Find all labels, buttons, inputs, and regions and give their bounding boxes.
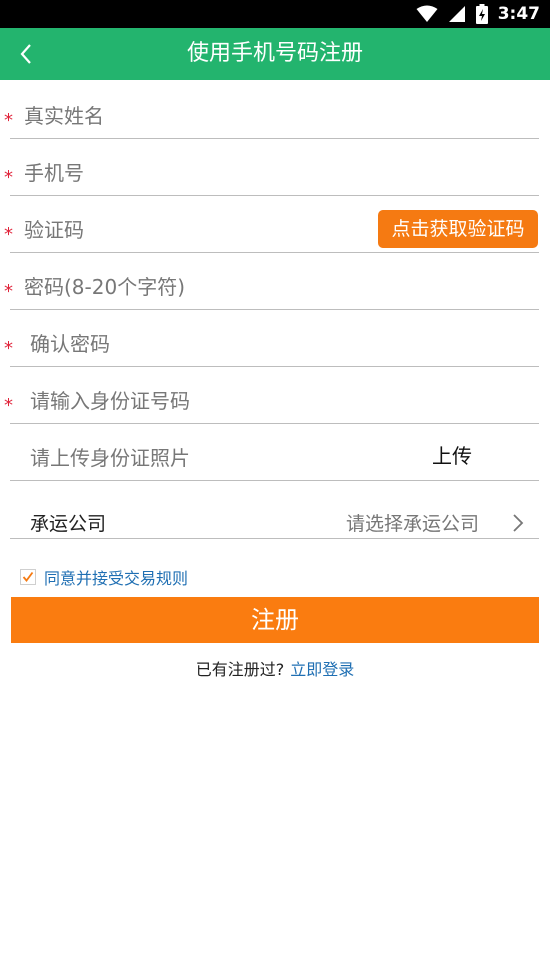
confirm-password-row: * (4, 310, 539, 367)
required-mark: * (4, 167, 13, 188)
required-mark: * (4, 110, 13, 131)
required-mark: * (4, 338, 13, 359)
code-row: * 点击获取验证码 (4, 196, 539, 253)
company-select[interactable]: 请选择承运公司 (346, 509, 479, 536)
chevron-right-icon (513, 514, 524, 532)
battery-charging-icon (475, 4, 488, 24)
required-mark: * (4, 281, 13, 302)
signal-icon (448, 6, 465, 22)
password-input[interactable] (24, 271, 364, 303)
login-question: 已有注册过? (195, 660, 285, 679)
required-mark: * (4, 224, 13, 245)
agreement-checkbox[interactable] (20, 569, 36, 585)
password-row: * (4, 253, 539, 310)
agreement-text[interactable]: 同意并接受交易规则 (44, 565, 188, 589)
confirm-password-input[interactable] (30, 328, 370, 360)
login-link[interactable]: 立即登录 (290, 660, 354, 679)
status-time: 3:47 (497, 4, 540, 24)
company-row[interactable]: 承运公司 请选择承运公司 (10, 482, 539, 539)
register-button[interactable]: 注册 (11, 597, 539, 643)
id-photo-input[interactable] (30, 442, 330, 474)
company-label: 承运公司 (30, 513, 107, 535)
agreement-row[interactable]: 同意并接受交易规则 (20, 565, 188, 589)
wifi-icon (416, 5, 438, 22)
status-icons: 3:47 (416, 0, 540, 28)
upload-button[interactable]: 上传 (432, 440, 472, 469)
id-number-input[interactable] (30, 385, 370, 417)
check-icon (22, 571, 34, 582)
code-input[interactable] (24, 214, 324, 246)
required-mark: * (4, 395, 13, 416)
phone-row: * (4, 139, 539, 196)
title-bar: 使用手机号码注册 (0, 28, 550, 80)
id-photo-row: 上传 (10, 424, 539, 481)
page-title: 使用手机号码注册 (186, 41, 363, 66)
login-line: 已有注册过? 立即登录 (0, 656, 550, 680)
get-code-button[interactable]: 点击获取验证码 (378, 210, 538, 248)
id-number-row: * (4, 367, 539, 424)
name-row: * (4, 82, 539, 139)
phone-input[interactable] (24, 157, 364, 189)
status-bar: 3:47 (0, 0, 550, 28)
name-input[interactable] (24, 100, 364, 132)
